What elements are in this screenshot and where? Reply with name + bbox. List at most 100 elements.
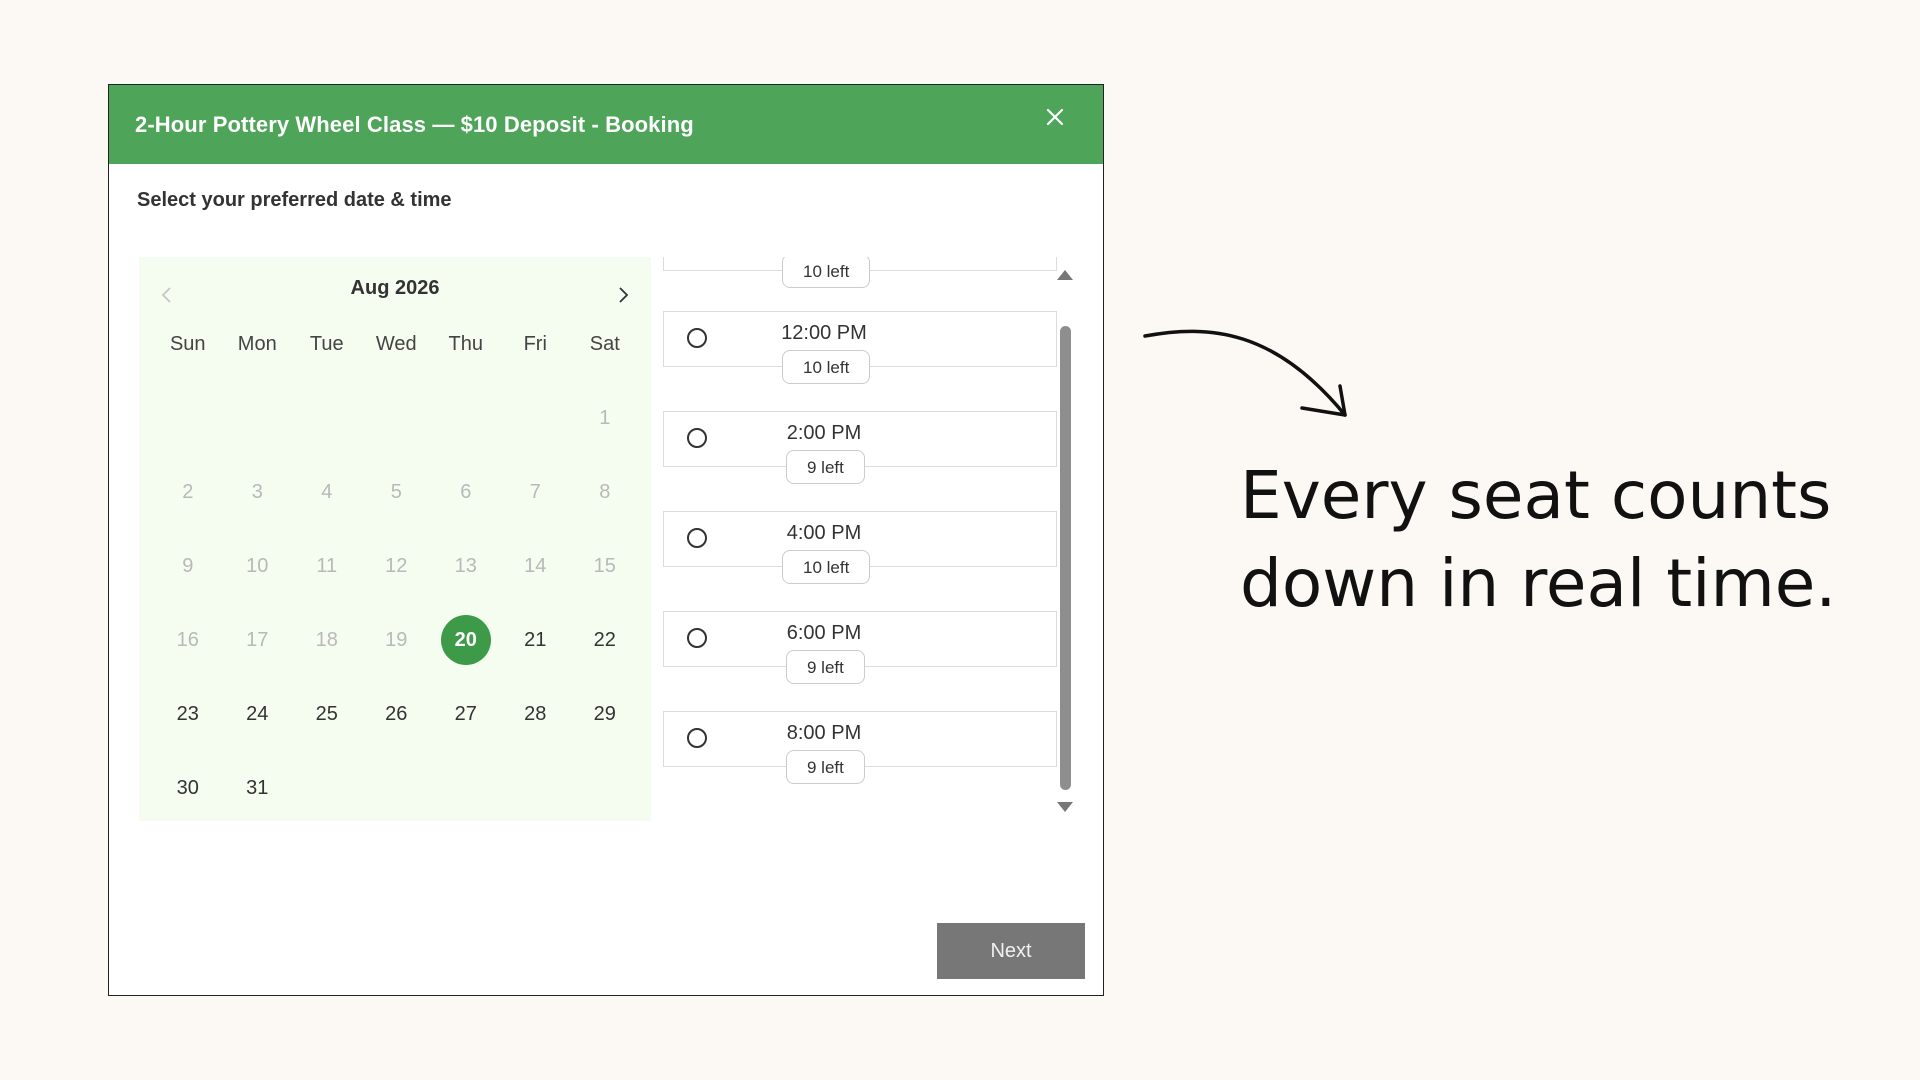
- close-button[interactable]: [1041, 103, 1069, 131]
- next-month-button[interactable]: [613, 283, 633, 307]
- calendar-day[interactable]: 26: [362, 689, 432, 739]
- curved-arrow-icon: [1143, 329, 1347, 417]
- calendar-empty-cell: [362, 763, 432, 813]
- annotation-line-1: Every seat counts: [1240, 457, 1832, 534]
- scroll-up-icon[interactable]: [1057, 270, 1073, 280]
- calendar-day: 10: [223, 541, 293, 591]
- calendar-day[interactable]: 23: [153, 689, 223, 739]
- calendar-day[interactable]: 31: [223, 763, 293, 813]
- time-slot-label: 12:00 PM: [781, 322, 867, 344]
- calendar-day[interactable]: 21: [501, 615, 571, 665]
- calendar-day: 13: [431, 541, 501, 591]
- seats-left-badge: 10 left: [782, 257, 871, 288]
- calendar-day-number: 9: [182, 554, 194, 577]
- time-slot-label: 4:00 PM: [786, 522, 862, 544]
- calendar-week: 9 10 11 12 13 14 15: [153, 529, 640, 603]
- seats-left-badge: 9 left: [786, 750, 865, 784]
- weekday-label: Mon: [237, 333, 277, 355]
- weekday-label: Wed: [375, 333, 417, 355]
- weekday-label: Sun: [169, 333, 206, 355]
- weekday-label: Tue: [309, 333, 344, 355]
- calendar-day-number: 11: [316, 554, 338, 577]
- calendar-day-number: 4: [321, 480, 333, 503]
- calendar-day-number: 18: [315, 628, 338, 651]
- calendar-week: 30 31: [153, 751, 640, 825]
- calendar-day-number: 25: [315, 702, 338, 725]
- modal-header: 2-Hour Pottery Wheel Class — $10 Deposit…: [109, 85, 1103, 164]
- calendar-day: 17: [223, 615, 293, 665]
- calendar-day-number: 10: [246, 554, 269, 577]
- calendar-day-number: 30: [176, 776, 199, 799]
- calendar-day-number: 19: [385, 628, 408, 651]
- calendar-day-number: 20: [440, 615, 491, 665]
- calendar-empty-cell: [292, 393, 362, 443]
- section-subtitle: Select your preferred date & time: [137, 189, 452, 211]
- calendar-empty-cell: [570, 763, 640, 813]
- calendar-day: 14: [501, 541, 571, 591]
- scroll-down-icon[interactable]: [1057, 802, 1073, 812]
- calendar-day: 2: [153, 467, 223, 517]
- weekday-label: Thu: [448, 333, 483, 355]
- calendar-day[interactable]: 22: [570, 615, 640, 665]
- time-slot-label: 8:00 PM: [786, 722, 862, 744]
- calendar-day-number: 7: [529, 480, 541, 503]
- date-calendar: Aug 2026 Sun Mon Tue Wed Thu Fri Sat 123456789…: [139, 257, 651, 821]
- calendar-day-number: 27: [454, 702, 477, 725]
- calendar-day: 6: [431, 467, 501, 517]
- calendar-day: 1: [570, 393, 640, 443]
- calendar-empty-cell: [223, 393, 293, 443]
- calendar-day-number: 12: [385, 554, 408, 577]
- slots-scrollbar[interactable]: [1057, 270, 1073, 815]
- calendar-day-number: 24: [246, 702, 269, 725]
- calendar-empty-cell: [292, 763, 362, 813]
- calendar-day[interactable]: 29: [570, 689, 640, 739]
- calendar-day: 4: [292, 467, 362, 517]
- calendar-empty-cell: [153, 393, 223, 443]
- calendar-day-number: 17: [246, 628, 269, 651]
- calendar-empty-cell: [501, 393, 571, 443]
- calendar-day: 5: [362, 467, 432, 517]
- calendar-day: 8: [570, 467, 640, 517]
- time-slot-label: 2:00 PM: [786, 422, 862, 444]
- calendar-week: 23 24 25 26 27 28 29: [153, 677, 640, 751]
- calendar-day[interactable]: 28: [501, 689, 571, 739]
- calendar-empty-cell: [431, 393, 501, 443]
- calendar-day[interactable]: 25: [292, 689, 362, 739]
- calendar-week: 1: [153, 381, 640, 455]
- calendar-day-number: 28: [524, 702, 547, 725]
- calendar-empty-cell: [431, 763, 501, 813]
- calendar-day: 19: [362, 615, 432, 665]
- calendar-day: 12: [362, 541, 432, 591]
- calendar-empty-cell: [501, 763, 571, 813]
- calendar-day-number: 15: [593, 554, 616, 577]
- calendar-week: 16 17 18 19 20 21 22: [153, 603, 640, 677]
- calendar-day: 16: [153, 615, 223, 665]
- calendar-day-number: 21: [524, 628, 547, 651]
- calendar-header: Aug 2026: [139, 257, 651, 325]
- scroll-thumb[interactable]: [1060, 326, 1071, 790]
- calendar-day: 9: [153, 541, 223, 591]
- calendar-day: 11: [292, 541, 362, 591]
- weekday-label: Sat: [589, 333, 620, 355]
- calendar-day[interactable]: 27: [431, 689, 501, 739]
- calendar-day-number: 8: [599, 480, 611, 503]
- modal-title: 2-Hour Pottery Wheel Class — $10 Deposit…: [135, 111, 694, 137]
- calendar-day[interactable]: 24: [223, 689, 293, 739]
- calendar-day-number: 31: [246, 776, 269, 799]
- calendar-day-number: 2: [182, 480, 194, 503]
- calendar-day[interactable]: 30: [153, 763, 223, 813]
- calendar-day-number: 13: [454, 554, 477, 577]
- calendar-day-number: 16: [176, 628, 199, 651]
- calendar-week: 2 3 4 5 6 7 8: [153, 455, 640, 529]
- calendar-day-number: 14: [524, 554, 547, 577]
- calendar-day-number: 22: [593, 628, 616, 651]
- annotation-line-2: down in real time.: [1240, 545, 1837, 622]
- calendar-grid: 1 2 3 4 5 6 7 8 9 10 11 12 13 14 15 16 17 18 19 20 21 22 23 24 2…: [153, 381, 640, 825]
- calendar-empty-cell: [362, 393, 432, 443]
- calendar-day-number: 23: [176, 702, 199, 725]
- time-slot-list: 10 left 12:00 PM 10 left 2:00 PM 9 left 4:00 …: [663, 257, 1059, 817]
- calendar-day-number: 6: [460, 480, 472, 503]
- calendar-day-selected[interactable]: 20: [431, 615, 501, 665]
- next-button[interactable]: Next: [937, 923, 1085, 979]
- seats-left-badge: 10 left: [782, 550, 871, 584]
